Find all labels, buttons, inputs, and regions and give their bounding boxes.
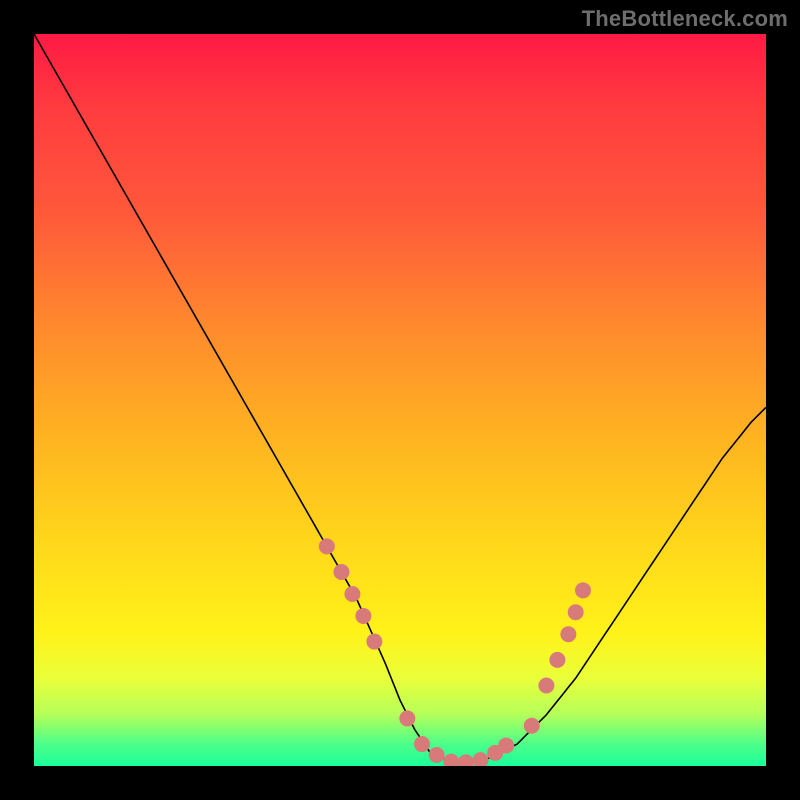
curve-marker: [319, 538, 335, 554]
curve-marker: [333, 564, 349, 580]
curve-marker: [355, 608, 371, 624]
watermark-text: TheBottleneck.com: [582, 6, 788, 32]
plot-area: [34, 34, 766, 766]
curve-marker: [443, 754, 459, 766]
bottleneck-curve: [34, 34, 766, 762]
curve-marker: [366, 634, 382, 650]
curve-marker: [549, 652, 565, 668]
curve-marker: [575, 582, 591, 598]
curve-marker: [568, 604, 584, 620]
curve-marker: [399, 710, 415, 726]
curve-marker: [560, 626, 576, 642]
chart-frame: TheBottleneck.com: [0, 0, 800, 800]
curve-marker: [524, 718, 540, 734]
curve-marker: [473, 752, 489, 766]
curve-marker: [429, 747, 445, 763]
curve-marker: [414, 736, 430, 752]
curve-marker: [538, 677, 554, 693]
curve-marker: [344, 586, 360, 602]
marker-group: [319, 538, 591, 766]
curve-marker: [458, 754, 474, 766]
chart-svg: [34, 34, 766, 766]
curve-marker: [498, 738, 514, 754]
